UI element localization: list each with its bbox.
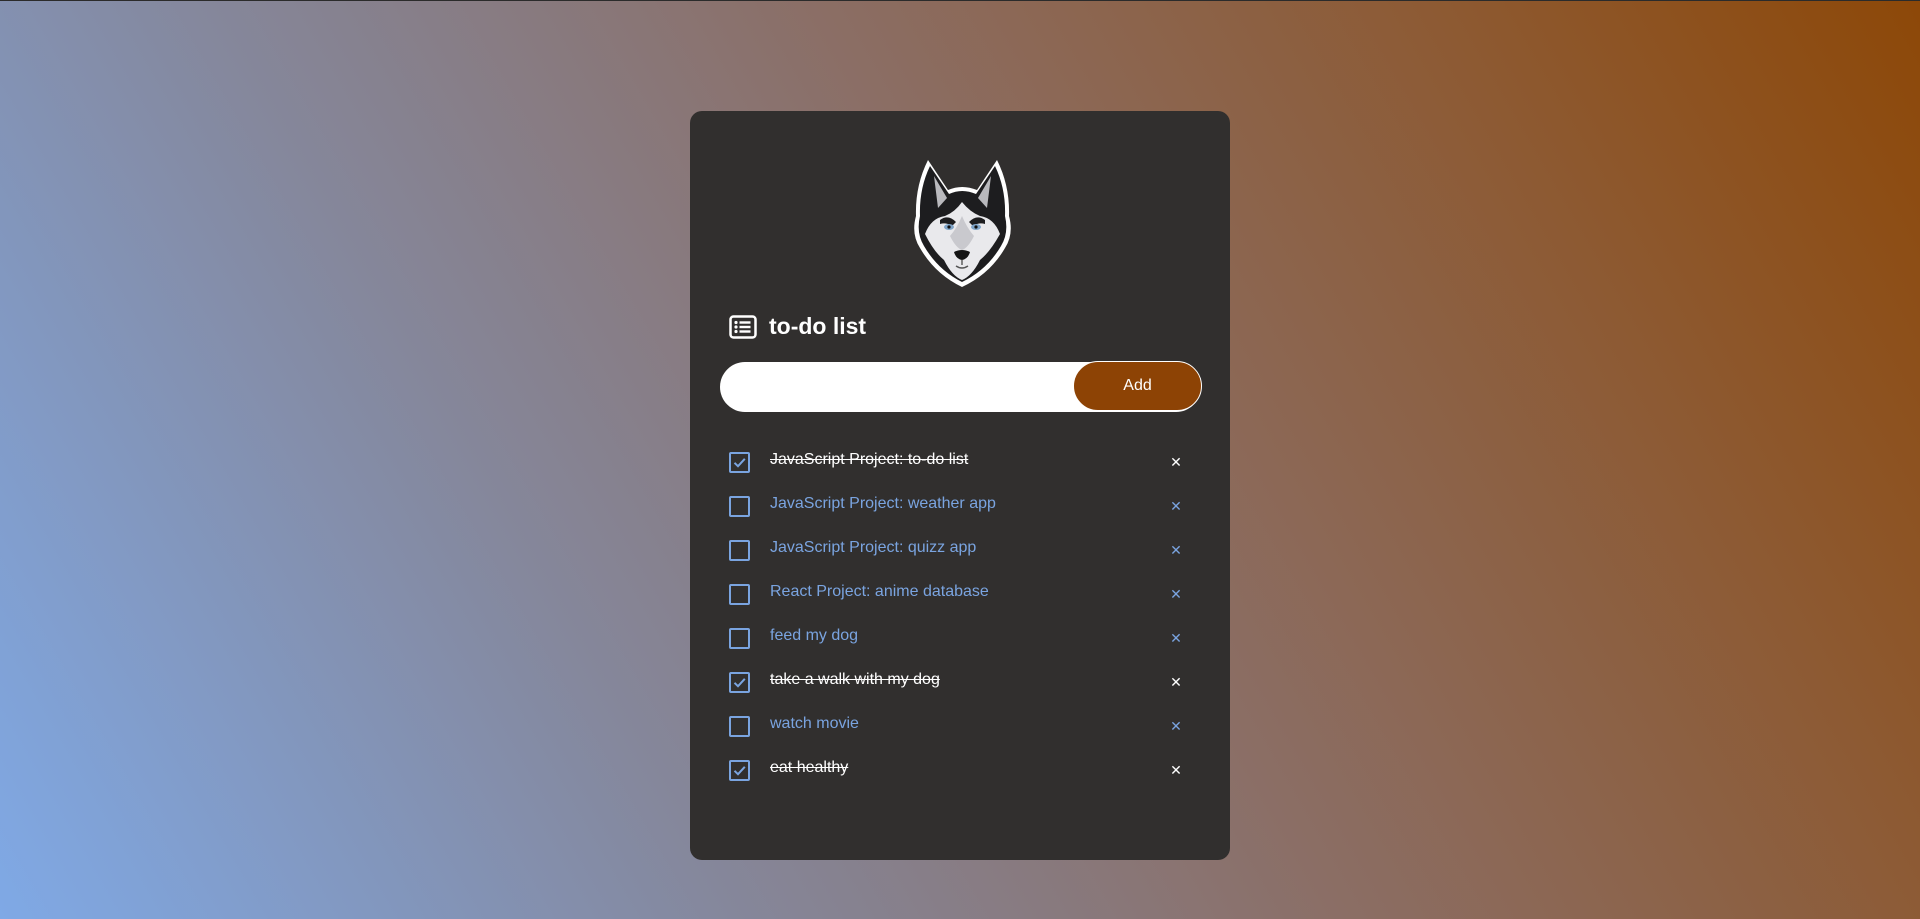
task-checkbox[interactable] bbox=[729, 452, 750, 473]
checkmark-icon bbox=[733, 678, 746, 688]
close-icon[interactable]: ✕ bbox=[1168, 587, 1184, 603]
task-label: JavaScript Project: weather app bbox=[770, 495, 996, 512]
close-icon[interactable]: ✕ bbox=[1168, 499, 1184, 515]
task-label: watch movie bbox=[770, 715, 859, 732]
list-item[interactable]: JavaScript Project: quizz app ✕ bbox=[726, 534, 1196, 578]
list-item[interactable]: JavaScript Project: weather app ✕ bbox=[726, 490, 1196, 534]
todo-card: to-do list Add JavaScript Project: to-do… bbox=[690, 111, 1230, 860]
task-checkbox[interactable] bbox=[729, 672, 750, 693]
close-icon[interactable]: ✕ bbox=[1168, 631, 1184, 647]
task-checkbox[interactable] bbox=[729, 716, 750, 737]
task-label: React Project: anime database bbox=[770, 583, 989, 600]
list-item[interactable]: take a walk with my dog ✕ bbox=[726, 666, 1196, 710]
list-icon bbox=[729, 314, 757, 339]
task-label: take a walk with my dog bbox=[770, 671, 940, 688]
list-item[interactable]: JavaScript Project: to-do list ✕ bbox=[726, 446, 1196, 490]
task-input-row: Add bbox=[720, 361, 1202, 414]
list-item[interactable]: watch movie ✕ bbox=[726, 710, 1196, 754]
list-item[interactable]: React Project: anime database ✕ bbox=[726, 578, 1196, 622]
task-list: JavaScript Project: to-do list ✕ JavaScrip… bbox=[726, 446, 1196, 798]
task-label: eat healthy bbox=[770, 759, 849, 776]
task-label: feed my dog bbox=[770, 627, 859, 644]
task-checkbox[interactable] bbox=[729, 540, 750, 561]
page-title: to-do list bbox=[769, 313, 867, 339]
list-item[interactable]: feed my dog ✕ bbox=[726, 622, 1196, 666]
checkmark-icon bbox=[733, 766, 746, 776]
close-icon[interactable]: ✕ bbox=[1168, 455, 1184, 471]
task-label: JavaScript Project: quizz app bbox=[770, 539, 977, 556]
task-checkbox[interactable] bbox=[729, 628, 750, 649]
task-label: JavaScript Project: to-do list bbox=[770, 451, 969, 468]
list-item[interactable]: eat healthy ✕ bbox=[726, 754, 1196, 798]
task-input[interactable] bbox=[740, 362, 1064, 414]
close-icon[interactable]: ✕ bbox=[1168, 543, 1184, 559]
task-checkbox[interactable] bbox=[729, 584, 750, 605]
close-icon[interactable]: ✕ bbox=[1168, 719, 1184, 735]
close-icon[interactable]: ✕ bbox=[1168, 675, 1184, 691]
task-checkbox[interactable] bbox=[729, 760, 750, 781]
top-border bbox=[0, 0, 1920, 1]
add-button[interactable]: Add bbox=[1073, 361, 1202, 411]
close-icon[interactable]: ✕ bbox=[1168, 763, 1184, 779]
title-row: to-do list bbox=[729, 313, 866, 340]
checkmark-icon bbox=[733, 458, 746, 468]
husky-dog-logo bbox=[914, 160, 1011, 287]
task-checkbox[interactable] bbox=[729, 496, 750, 517]
